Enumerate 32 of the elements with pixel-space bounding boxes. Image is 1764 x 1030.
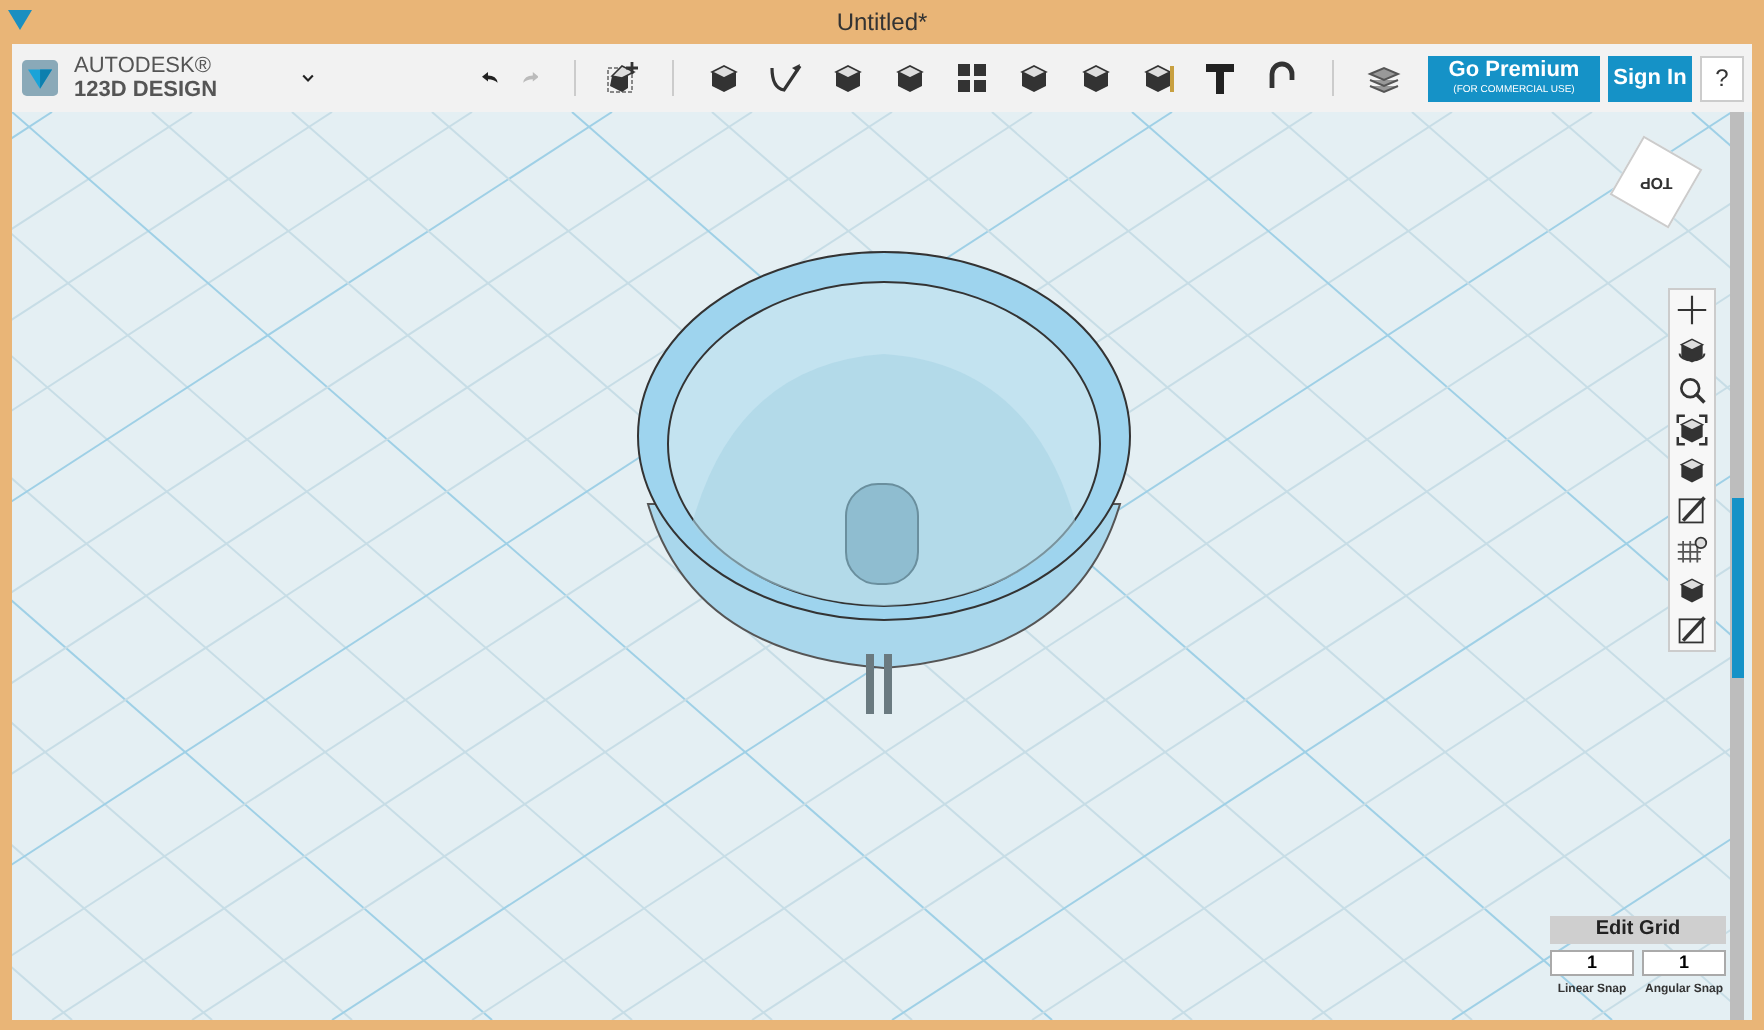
pencil-square-icon[interactable] [1676,614,1708,646]
cube-icon[interactable] [1077,60,1114,96]
text-icon[interactable] [1201,60,1238,96]
cube-plus-icon[interactable] [603,60,640,96]
undo-icon[interactable] [481,68,498,88]
orbit-icon[interactable] [1676,334,1708,366]
grid-eye-icon[interactable] [1676,534,1708,566]
fit-frame-icon[interactable] [1676,414,1708,446]
linear-snap-field[interactable]: 1 [1550,950,1634,976]
cube-icon[interactable] [705,60,742,96]
brand-name: AUTODESK® [74,54,213,78]
cube-icon[interactable] [1676,574,1708,606]
cube-face-label: TOP [1639,172,1673,194]
cube-icon[interactable] [829,60,866,96]
chevron-down-icon[interactable] [301,72,314,84]
cube-icon[interactable] [891,60,928,96]
pencil-icon[interactable] [767,60,804,96]
window-title: Untitled* [836,6,928,40]
magnifier-icon[interactable] [1676,374,1708,406]
cube-ruler-icon[interactable] [1139,60,1176,96]
move-arrows-icon[interactable] [1676,294,1708,326]
grid-of-cubes-icon[interactable] [953,60,990,96]
cube-icon[interactable] [1676,454,1708,486]
product-name: 123D DESIGN [74,78,218,102]
panel-toggle-tab[interactable] [1732,498,1744,678]
pencil-square-icon[interactable] [1676,494,1708,526]
edit-grid-button[interactable]: Edit Grid [1550,916,1726,944]
angular-snap-field[interactable]: 1 [1642,950,1726,976]
cube-icon[interactable] [1015,60,1052,96]
sign-in-button[interactable]: Sign In [1608,55,1692,101]
help-button[interactable]: ? [1700,55,1744,101]
view-cube[interactable]: TOP [1609,135,1703,229]
